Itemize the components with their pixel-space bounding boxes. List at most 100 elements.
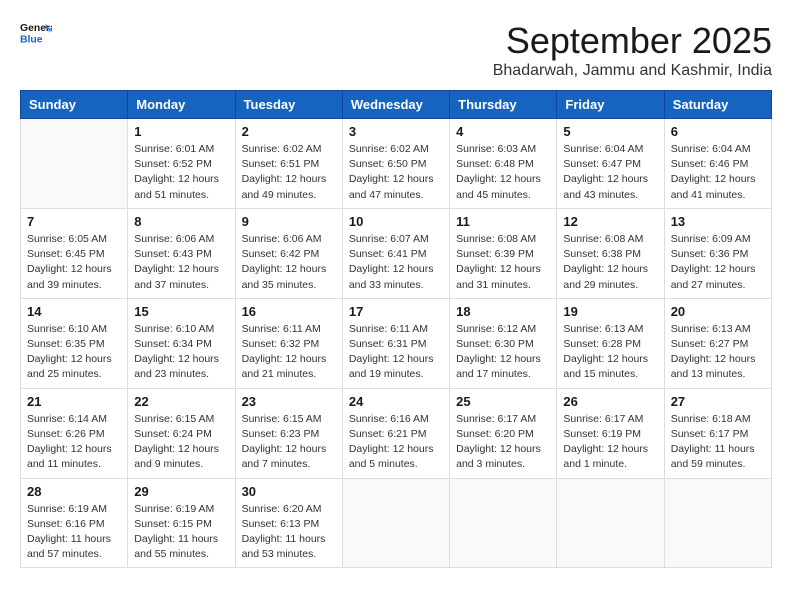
day-info: Sunrise: 6:14 AMSunset: 6:26 PMDaylight:…: [27, 412, 121, 473]
day-info: Sunrise: 6:06 AMSunset: 6:43 PMDaylight:…: [134, 232, 228, 293]
day-info: Sunrise: 6:13 AMSunset: 6:27 PMDaylight:…: [671, 322, 765, 383]
day-cell-15: 15Sunrise: 6:10 AMSunset: 6:34 PMDayligh…: [128, 298, 235, 388]
day-cell-30: 30Sunrise: 6:20 AMSunset: 6:13 PMDayligh…: [235, 478, 342, 568]
day-number: 8: [134, 214, 228, 229]
day-cell-23: 23 Sunrise: 6:15 AMSunset: 6:23 PMDayligh…: [235, 388, 342, 478]
day-number: 15: [134, 304, 228, 319]
day-number: 4: [456, 124, 550, 139]
day-number: 16: [242, 304, 336, 319]
day-cell-21: 21 Sunrise: 6:14 AMSunset: 6:26 PMDayligh…: [21, 388, 128, 478]
day-number: 21: [27, 394, 121, 409]
day-cell-8: 8 Sunrise: 6:06 AMSunset: 6:43 PMDaylight…: [128, 208, 235, 298]
day-info: Sunrise: 6:03 AMSunset: 6:48 PMDaylight:…: [456, 142, 550, 203]
header-wednesday: Wednesday: [342, 91, 449, 119]
day-info: Sunrise: 6:16 AMSunset: 6:21 PMDaylight:…: [349, 412, 443, 473]
day-number: 9: [242, 214, 336, 229]
day-cell-26: 26 Sunrise: 6:17 AMSunset: 6:19 PMDayligh…: [557, 388, 664, 478]
day-number: 23: [242, 394, 336, 409]
day-number: 19: [563, 304, 657, 319]
day-cell-25: 25 Sunrise: 6:17 AMSunset: 6:20 PMDayligh…: [450, 388, 557, 478]
day-cell-29: 29 Sunrise: 6:19 AMSunset: 6:15 PMDayligh…: [128, 478, 235, 568]
day-info: Sunrise: 6:18 AMSunset: 6:17 PMDaylight:…: [671, 412, 765, 473]
header-monday: Monday: [128, 91, 235, 119]
day-number: 5: [563, 124, 657, 139]
day-number: 24: [349, 394, 443, 409]
day-cell-28: 28 Sunrise: 6:19 AMSunset: 6:16 PMDayligh…: [21, 478, 128, 568]
day-info: Sunrise: 6:15 AMSunset: 6:23 PMDaylight:…: [242, 412, 336, 473]
day-cell-14: 14Sunrise: 6:10 AMSunset: 6:35 PMDayligh…: [21, 298, 128, 388]
empty-cell: [342, 478, 449, 568]
day-cell-11: 11 Sunrise: 6:08 AMSunset: 6:39 PMDayligh…: [450, 208, 557, 298]
day-number: 14: [27, 304, 121, 319]
day-cell-27: 27 Sunrise: 6:18 AMSunset: 6:17 PMDayligh…: [664, 388, 771, 478]
week-row-5: 28 Sunrise: 6:19 AMSunset: 6:16 PMDayligh…: [21, 478, 772, 568]
day-info: Sunrise: 6:08 AMSunset: 6:38 PMDaylight:…: [563, 232, 657, 293]
day-info: Sunrise: 6:13 AMSunset: 6:28 PMDaylight:…: [563, 322, 657, 383]
day-number: 13: [671, 214, 765, 229]
logo-icon: General Blue: [20, 20, 52, 48]
day-info: Sunrise: 6:19 AMSunset: 6:16 PMDaylight:…: [27, 502, 121, 563]
day-cell-22: 22 Sunrise: 6:15 AMSunset: 6:24 PMDayligh…: [128, 388, 235, 478]
day-number: 6: [671, 124, 765, 139]
header-saturday: Saturday: [664, 91, 771, 119]
day-number: 27: [671, 394, 765, 409]
day-cell-7: 7 Sunrise: 6:05 AMSunset: 6:45 PMDaylight…: [21, 208, 128, 298]
day-number: 3: [349, 124, 443, 139]
day-info: Sunrise: 6:07 AMSunset: 6:41 PMDaylight:…: [349, 232, 443, 293]
day-cell-1: 1 Sunrise: 6:01 AMSunset: 6:52 PMDaylight…: [128, 119, 235, 209]
day-info: Sunrise: 6:20 AMSunset: 6:13 PMDaylight:…: [242, 502, 336, 563]
week-row-4: 21 Sunrise: 6:14 AMSunset: 6:26 PMDayligh…: [21, 388, 772, 478]
day-cell-9: 9 Sunrise: 6:06 AMSunset: 6:42 PMDaylight…: [235, 208, 342, 298]
empty-cell: [557, 478, 664, 568]
calendar-header-row: SundayMondayTuesdayWednesdayThursdayFrid…: [21, 91, 772, 119]
day-info: Sunrise: 6:17 AMSunset: 6:19 PMDaylight:…: [563, 412, 657, 473]
day-number: 10: [349, 214, 443, 229]
week-row-1: 1 Sunrise: 6:01 AMSunset: 6:52 PMDaylight…: [21, 119, 772, 209]
day-info: Sunrise: 6:01 AMSunset: 6:52 PMDaylight:…: [134, 142, 228, 203]
month-title: September 2025: [493, 20, 772, 62]
day-number: 17: [349, 304, 443, 319]
day-cell-13: 13 Sunrise: 6:09 AMSunset: 6:36 PMDayligh…: [664, 208, 771, 298]
day-info: Sunrise: 6:17 AMSunset: 6:20 PMDaylight:…: [456, 412, 550, 473]
title-area: September 2025 Bhadarwah, Jammu and Kash…: [493, 20, 772, 80]
day-cell-4: 4 Sunrise: 6:03 AMSunset: 6:48 PMDaylight…: [450, 119, 557, 209]
day-info: Sunrise: 6:06 AMSunset: 6:42 PMDaylight:…: [242, 232, 336, 293]
day-cell-18: 18Sunrise: 6:12 AMSunset: 6:30 PMDayligh…: [450, 298, 557, 388]
day-info: Sunrise: 6:15 AMSunset: 6:24 PMDaylight:…: [134, 412, 228, 473]
day-cell-2: 2 Sunrise: 6:02 AMSunset: 6:51 PMDaylight…: [235, 119, 342, 209]
day-cell-24: 24 Sunrise: 6:16 AMSunset: 6:21 PMDayligh…: [342, 388, 449, 478]
day-info: Sunrise: 6:19 AMSunset: 6:15 PMDaylight:…: [134, 502, 228, 563]
day-number: 29: [134, 484, 228, 499]
day-number: 1: [134, 124, 228, 139]
day-info: Sunrise: 6:08 AMSunset: 6:39 PMDaylight:…: [456, 232, 550, 293]
day-number: 18: [456, 304, 550, 319]
day-number: 22: [134, 394, 228, 409]
header-friday: Friday: [557, 91, 664, 119]
week-row-2: 7 Sunrise: 6:05 AMSunset: 6:45 PMDaylight…: [21, 208, 772, 298]
logo: General Blue: [20, 20, 52, 48]
day-info: Sunrise: 6:09 AMSunset: 6:36 PMDaylight:…: [671, 232, 765, 293]
day-info: Sunrise: 6:11 AMSunset: 6:32 PMDaylight:…: [242, 322, 336, 383]
day-number: 11: [456, 214, 550, 229]
header-tuesday: Tuesday: [235, 91, 342, 119]
day-cell-16: 16 Sunrise: 6:11 AMSunset: 6:32 PMDayligh…: [235, 298, 342, 388]
day-info: Sunrise: 6:02 AMSunset: 6:51 PMDaylight:…: [242, 142, 336, 203]
location-title: Bhadarwah, Jammu and Kashmir, India: [493, 62, 772, 80]
day-info: Sunrise: 6:05 AMSunset: 6:45 PMDaylight:…: [27, 232, 121, 293]
calendar-table: SundayMondayTuesdayWednesdayThursdayFrid…: [20, 90, 772, 568]
day-number: 12: [563, 214, 657, 229]
day-number: 7: [27, 214, 121, 229]
day-info: Sunrise: 6:04 AMSunset: 6:47 PMDaylight:…: [563, 142, 657, 203]
day-info: Sunrise: 6:04 AMSunset: 6:46 PMDaylight:…: [671, 142, 765, 203]
day-number: 26: [563, 394, 657, 409]
day-cell-20: 20Sunrise: 6:13 AMSunset: 6:27 PMDayligh…: [664, 298, 771, 388]
week-row-3: 14Sunrise: 6:10 AMSunset: 6:35 PMDayligh…: [21, 298, 772, 388]
day-cell-3: 3Sunrise: 6:02 AMSunset: 6:50 PMDaylight…: [342, 119, 449, 209]
day-cell-5: 5 Sunrise: 6:04 AMSunset: 6:47 PMDaylight…: [557, 119, 664, 209]
day-number: 2: [242, 124, 336, 139]
day-cell-19: 19 Sunrise: 6:13 AMSunset: 6:28 PMDayligh…: [557, 298, 664, 388]
day-cell-10: 10 Sunrise: 6:07 AMSunset: 6:41 PMDayligh…: [342, 208, 449, 298]
day-number: 28: [27, 484, 121, 499]
day-cell-17: 17Sunrise: 6:11 AMSunset: 6:31 PMDayligh…: [342, 298, 449, 388]
day-number: 25: [456, 394, 550, 409]
